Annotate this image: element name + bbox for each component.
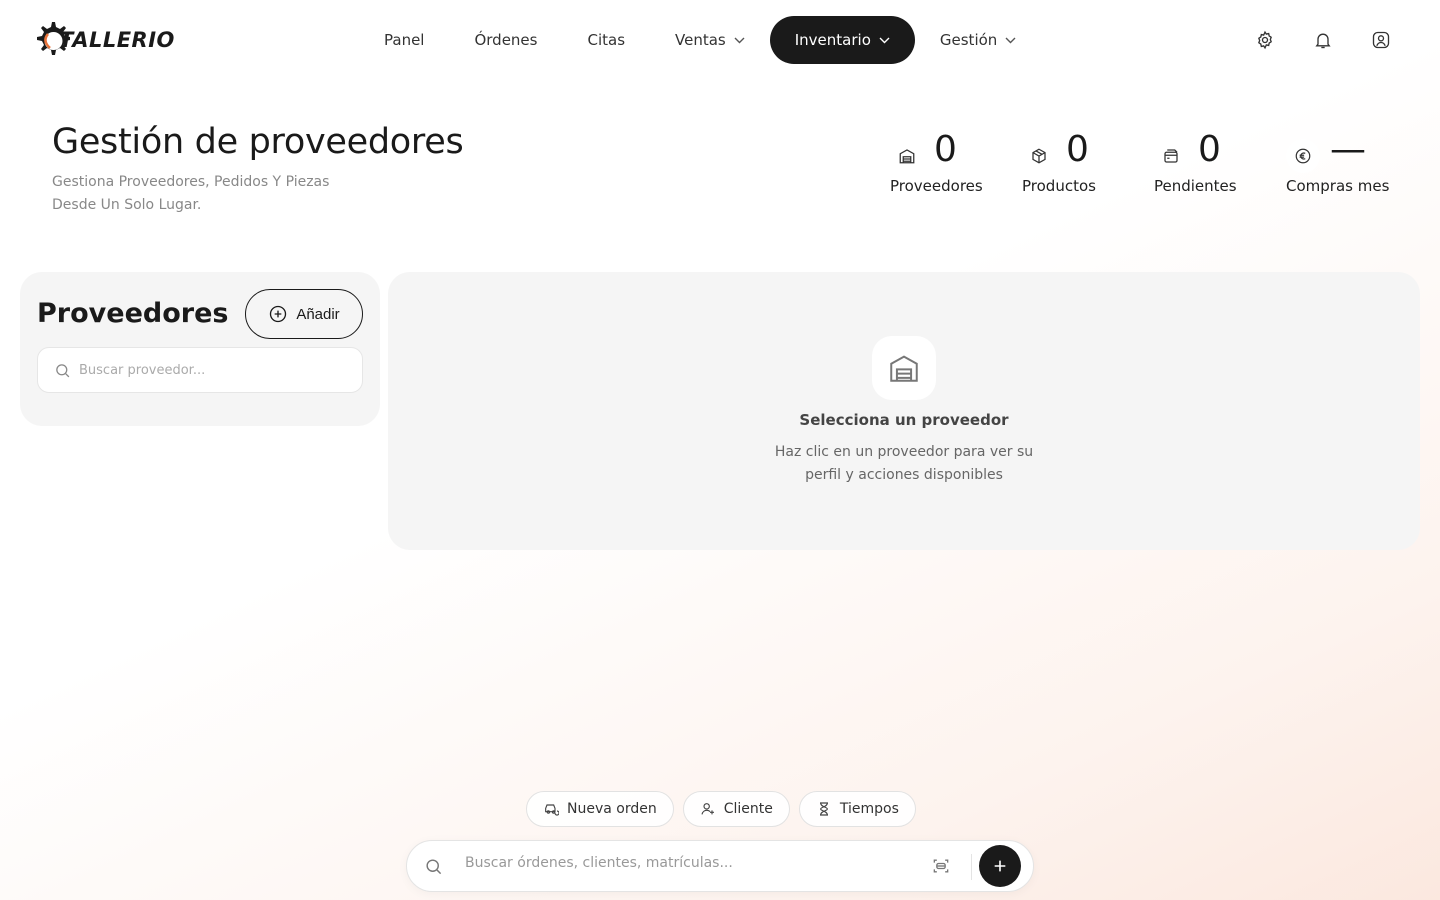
plus-circle-icon <box>270 305 287 323</box>
stat-label: Proveedores <box>890 177 983 195</box>
euro-icon <box>1295 148 1311 164</box>
page-subtitle: Gestiona Proveedores, Pedidos Y Piezas D… <box>52 174 330 213</box>
nav-label: Citas <box>587 31 626 49</box>
stat-label: Compras mes <box>1286 177 1390 195</box>
global-search-input[interactable] <box>465 855 905 871</box>
brand-name: TALLERIO <box>59 28 175 52</box>
settings-button[interactable] <box>1238 12 1292 68</box>
add-button-label: Añadir <box>296 305 340 323</box>
quick-actions: Nueva orden Cliente Tiempos <box>526 791 916 827</box>
chip-label: Nueva orden <box>567 801 657 817</box>
stat-icon-wrap <box>1022 139 1056 173</box>
stat-value: — <box>1330 129 1366 170</box>
nav-item-ordenes[interactable]: Órdenes <box>449 16 562 64</box>
new-client-button[interactable]: Cliente <box>682 791 790 827</box>
chip-label: Cliente <box>723 801 773 817</box>
nav-item-inventario[interactable]: Inventario <box>769 16 915 64</box>
empty-state-icon-wrap <box>872 336 936 400</box>
nav-item-ventas[interactable]: Ventas <box>650 16 770 64</box>
chevron-down-icon <box>734 37 745 43</box>
supplier-detail-panel: Selecciona un proveedor Haz clic en un p… <box>388 272 1420 550</box>
hourglass-icon <box>819 802 828 816</box>
user-plus-icon <box>701 803 714 815</box>
topbar-actions <box>1238 12 1408 68</box>
notifications-button[interactable] <box>1296 12 1350 68</box>
profile-button[interactable] <box>1354 12 1408 68</box>
suppliers-sidebar: Proveedores Añadir <box>20 272 380 426</box>
page-title: Gestión de proveedores <box>52 122 464 162</box>
create-button[interactable] <box>979 845 1021 887</box>
stat-value: 0 <box>1066 129 1089 170</box>
nav-label: Órdenes <box>474 31 538 49</box>
plus-icon <box>994 860 1006 872</box>
scan-icon[interactable] <box>931 856 951 876</box>
car-icon <box>545 804 559 816</box>
nav-label: Panel <box>384 31 425 49</box>
search-icon <box>426 859 442 875</box>
search-icon <box>56 363 70 377</box>
add-supplier-button[interactable]: Añadir <box>245 289 363 339</box>
nav-item-gestion[interactable]: Gestión <box>915 16 1041 64</box>
nav-label: Inventario <box>794 31 871 49</box>
chip-label: Tiempos <box>839 801 899 817</box>
nav-item-citas[interactable]: Citas <box>562 16 650 64</box>
bell-icon <box>1315 33 1331 49</box>
chevron-down-icon <box>879 37 890 43</box>
brand-logo[interactable]: TALLERIO <box>31 18 175 62</box>
chevron-down-icon <box>1005 37 1016 43</box>
stat-value: 0 <box>1198 129 1221 170</box>
stat-label: Productos <box>1022 177 1096 195</box>
stat-value: 0 <box>934 129 957 170</box>
times-button[interactable]: Tiempos <box>798 791 916 827</box>
sidebar-title: Proveedores <box>37 298 229 329</box>
stat-icon-wrap <box>1286 139 1320 173</box>
global-search-bar <box>406 840 1034 892</box>
stat-icon-wrap <box>890 139 924 173</box>
user-icon <box>1372 31 1390 49</box>
nav-label: Gestión <box>939 31 998 49</box>
empty-state-title: Selecciona un proveedor <box>799 411 1009 429</box>
nav-item-panel[interactable]: Panel <box>359 16 449 64</box>
empty-state-text: Haz clic en un proveedor para ver su per… <box>774 444 1034 483</box>
stat-label: Pendientes <box>1154 177 1237 195</box>
stat-icon-wrap <box>1154 139 1188 173</box>
search-divider <box>971 854 972 880</box>
supplier-search <box>37 347 363 393</box>
orders-icon <box>1164 149 1178 163</box>
warehouse-icon <box>890 355 918 382</box>
main-nav: Panel Órdenes Citas Ventas Inventario Ge… <box>355 12 1057 68</box>
supplier-search-input[interactable] <box>79 362 339 378</box>
warehouse-icon <box>899 149 915 164</box>
new-order-button[interactable]: Nueva orden <box>526 791 674 827</box>
gear-icon <box>1258 30 1272 50</box>
nav-label: Ventas <box>675 31 726 49</box>
box-icon <box>1032 148 1046 164</box>
